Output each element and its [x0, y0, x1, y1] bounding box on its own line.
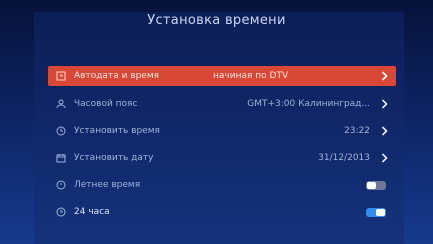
menu-item-label: Установить дату — [74, 153, 154, 163]
menu-item-value: GMT+3:00 Калининград... — [247, 99, 370, 109]
daylight-saving-toggle[interactable] — [366, 180, 386, 190]
calendar-icon — [52, 153, 70, 163]
menu-item-label: 24 часа — [74, 207, 110, 217]
chevron-right-icon — [376, 153, 392, 163]
clock-sync-icon — [52, 71, 70, 81]
chevron-right-icon — [376, 99, 392, 109]
24-hour-toggle[interactable] — [366, 207, 386, 217]
menu-item-24-hour[interactable]: 24 часа — [48, 202, 396, 222]
menu-item-label: Часовой пояс — [74, 99, 138, 109]
menu-item-label: Автодата и время — [74, 71, 160, 81]
menu-item-set-date[interactable]: Установить дату 31/12/2013 — [48, 148, 396, 168]
sun-clock-icon — [52, 180, 70, 190]
menu-item-label: Летнее время — [74, 180, 141, 190]
clock-icon — [52, 126, 70, 136]
menu-item-daylight-saving[interactable]: Летнее время — [48, 175, 396, 195]
menu-item-value: 31/12/2013 — [318, 153, 370, 163]
clock-24-icon — [52, 207, 70, 217]
menu-item-label: Установить время — [74, 126, 160, 136]
menu-item-timezone[interactable]: Часовой пояс GMT+3:00 Калининград... — [48, 94, 396, 114]
menu-item-value: начиная по DTV — [213, 71, 289, 81]
person-icon — [52, 99, 70, 109]
menu-item-value: 23:22 — [344, 126, 370, 136]
menu-item-auto-datetime[interactable]: Автодата и время начиная по DTV — [48, 66, 396, 86]
menu-item-set-time[interactable]: Установить время 23:22 — [48, 121, 396, 141]
tv-screen: Установка времени Автодата и время начин… — [0, 0, 433, 244]
page-title: Установка времени — [147, 13, 286, 28]
chevron-right-icon — [376, 71, 392, 81]
chevron-right-icon — [376, 126, 392, 136]
